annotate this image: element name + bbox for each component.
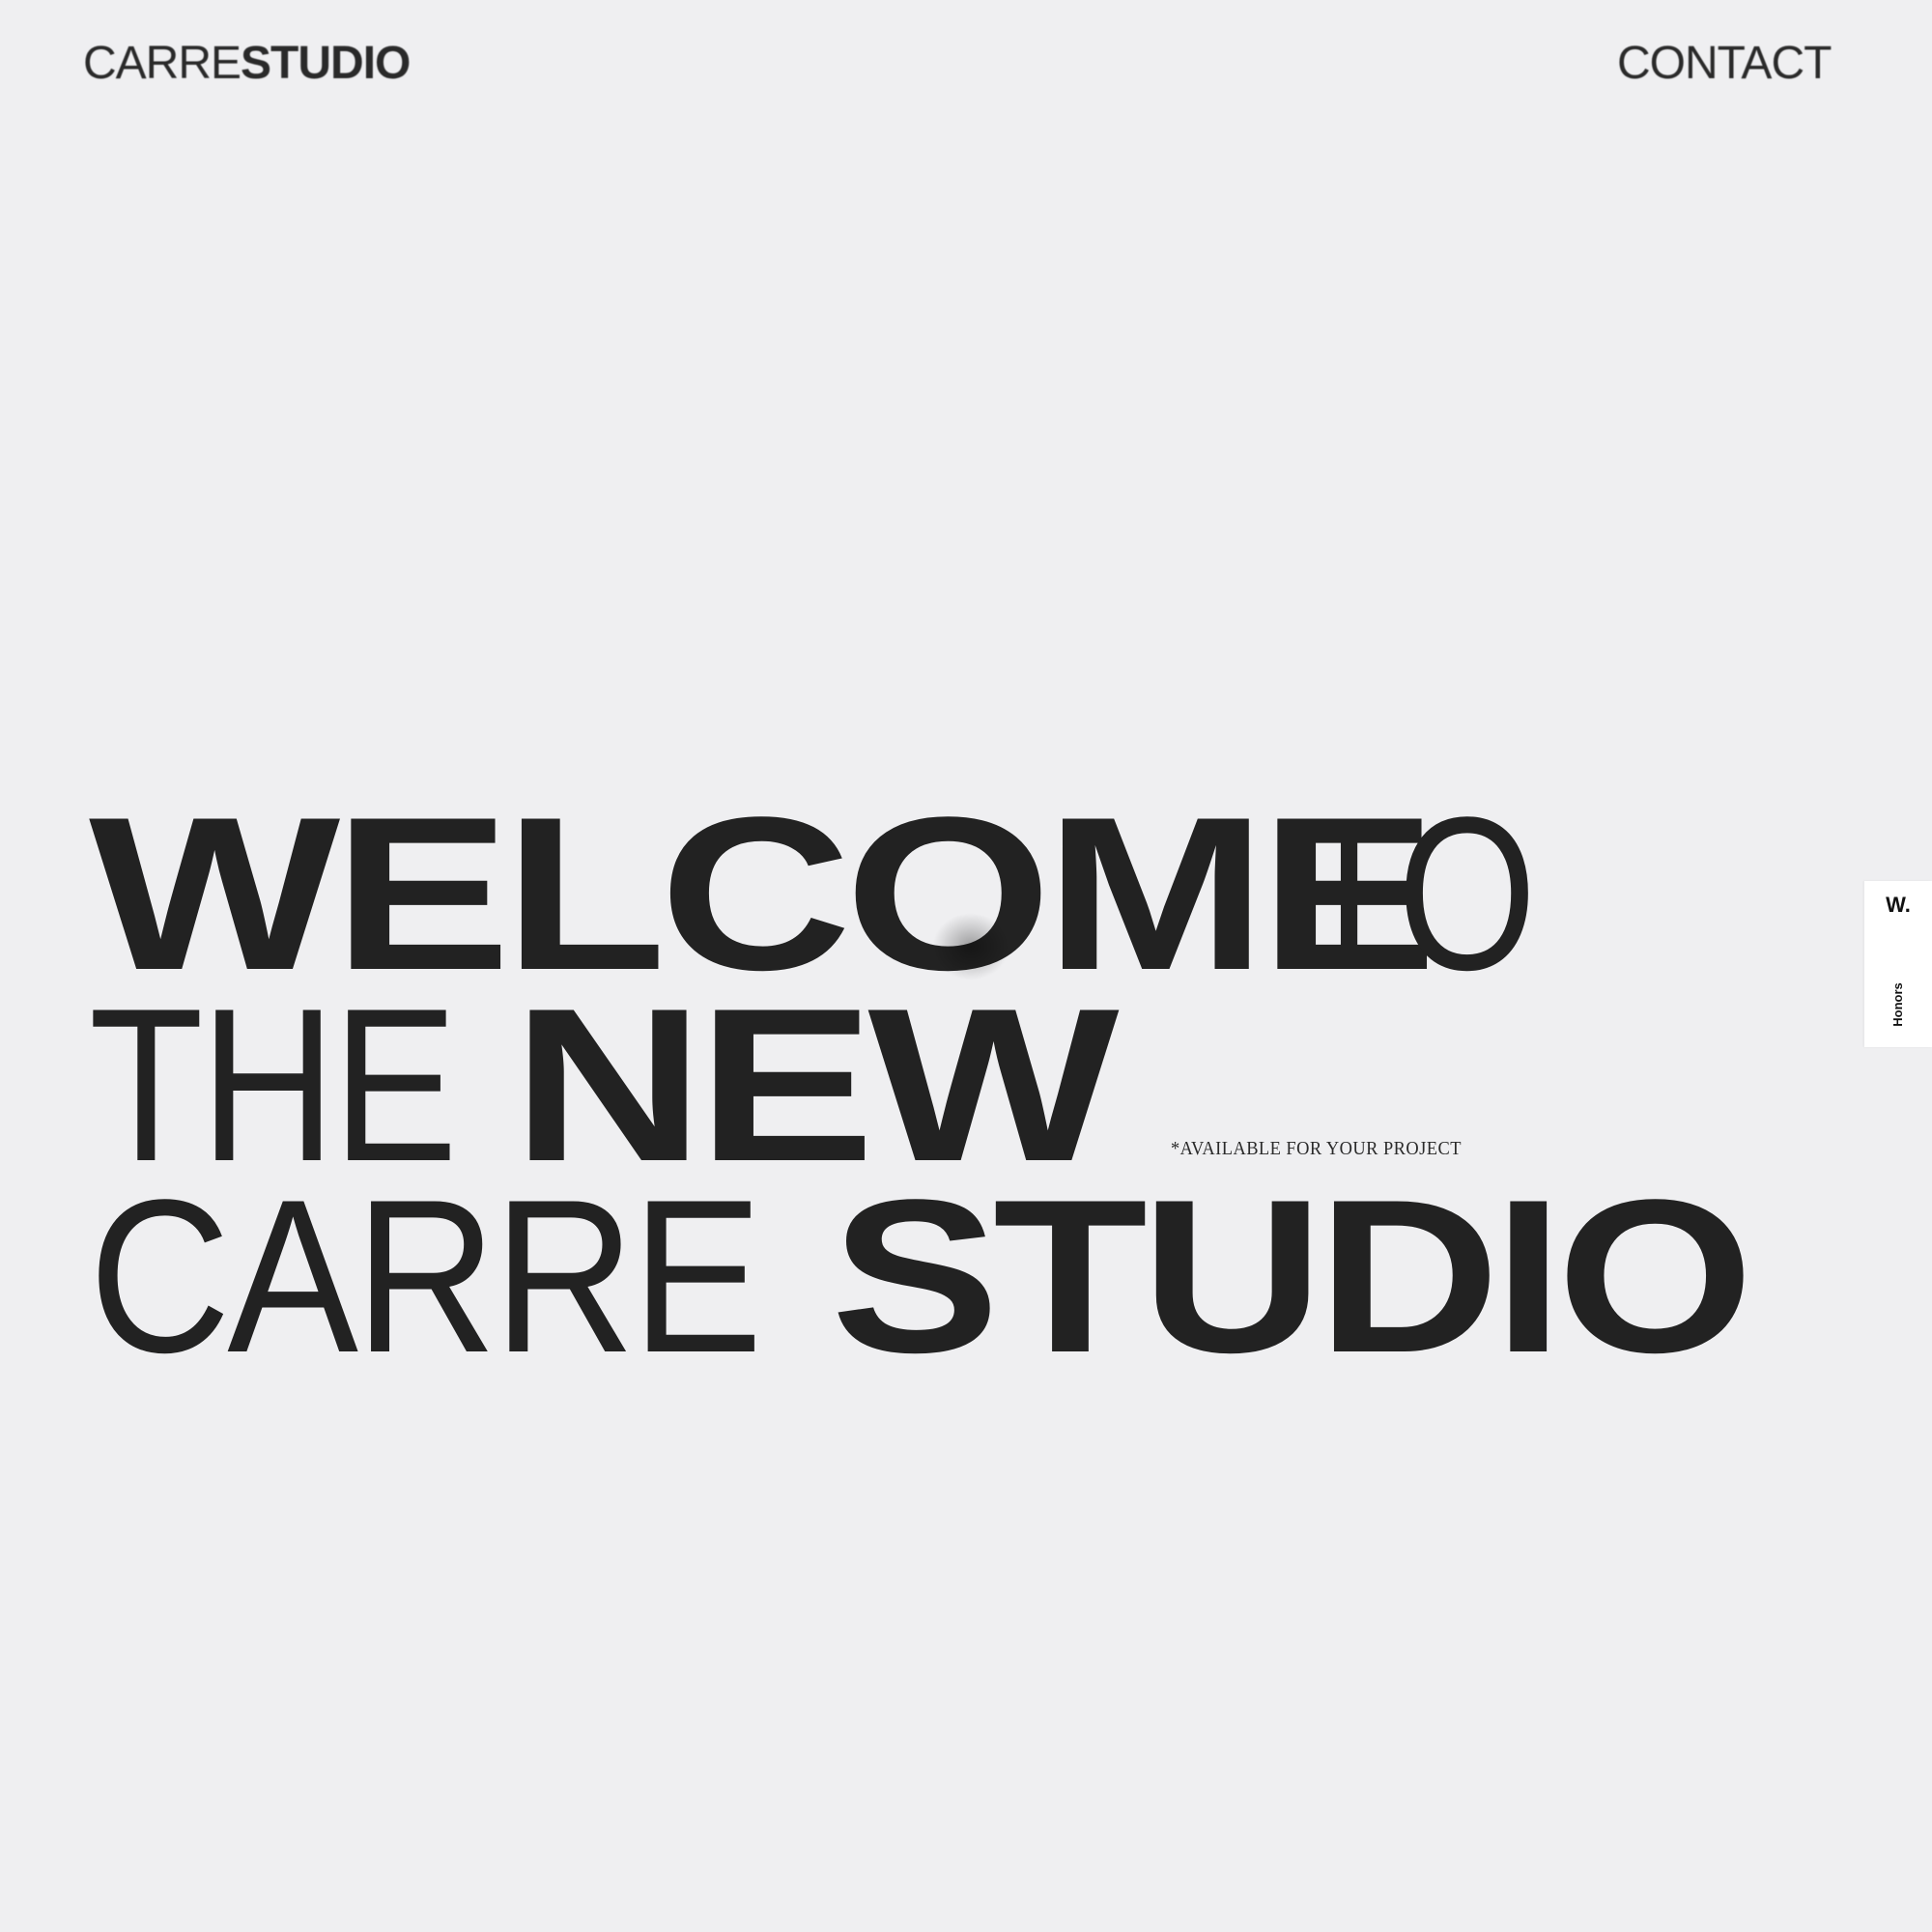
hero-word-welcome: WELCOME: [89, 771, 1437, 1015]
contact-link[interactable]: CONTACT: [1617, 39, 1832, 89]
site-logo[interactable]: CARRESTUDIO: [83, 38, 411, 89]
hero-word-the: THE: [89, 962, 458, 1207]
availability-tagline: *AVAILABLE FOR YOUR PROJECT: [1171, 1138, 1462, 1159]
logo-light-text: CARRE: [83, 38, 242, 89]
honors-logo: W.: [1886, 893, 1911, 917]
hero-headline: WELCOMETO THE NEW CARRE STUDIO: [89, 771, 1753, 1398]
hero-line-1: WELCOMETO: [89, 771, 1620, 1015]
honors-badge[interactable]: W. Honors: [1864, 881, 1932, 1047]
honors-label: Honors: [1890, 982, 1905, 1027]
hero-word-to: TO: [1294, 771, 1537, 1015]
hero-word-carre: CARRE: [89, 1153, 763, 1398]
hero-line-3: CARRE STUDIO: [89, 1153, 1753, 1398]
hero-word-studio: STUDIO: [830, 1153, 1754, 1398]
logo-bold-text: STUDIO: [241, 38, 411, 89]
hero-word-new: NEW: [512, 962, 1120, 1207]
